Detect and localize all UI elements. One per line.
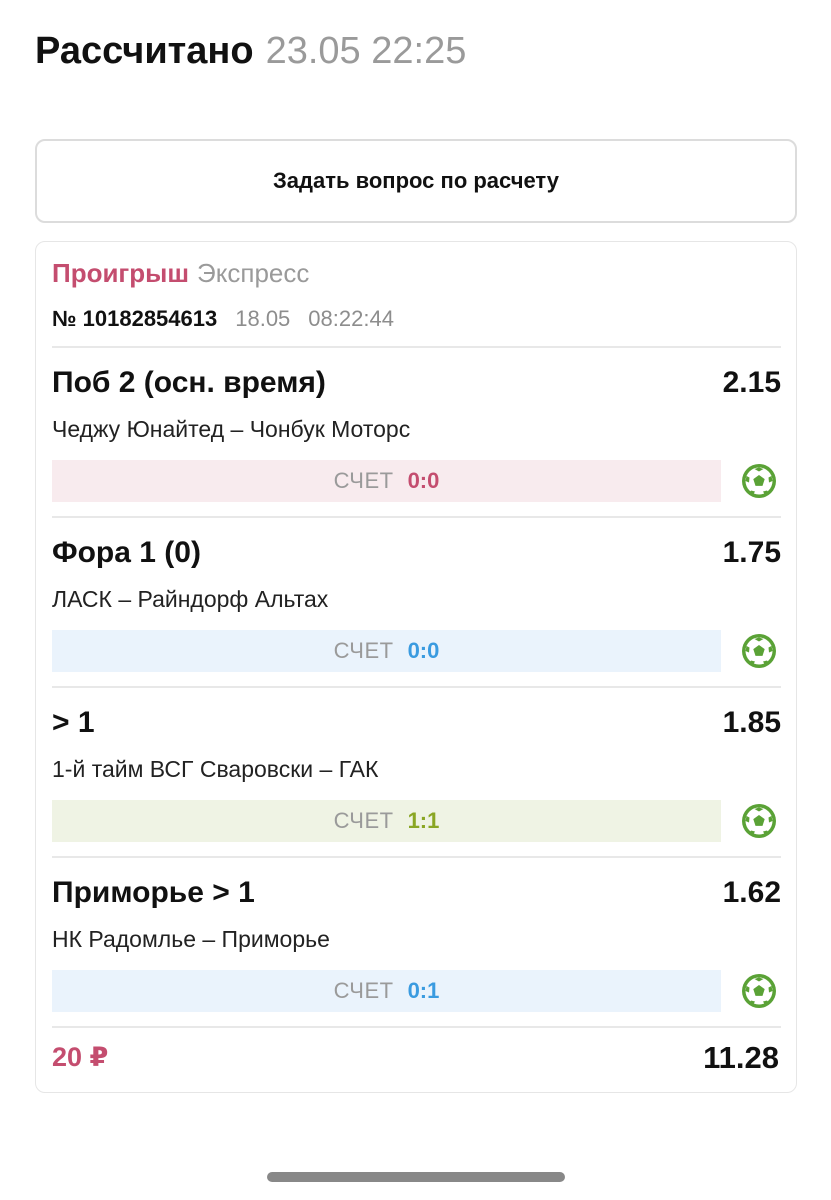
bet-market: Поб 2 (осн. время): [52, 366, 326, 399]
bet-row[interactable]: Приморье > 1 1.62 НК Радомлье – Приморье…: [36, 858, 798, 1028]
score-value: 0:1: [407, 978, 440, 1003]
score-label: СЧЕТ: [333, 808, 394, 833]
ticket-meta: № 10182854613 18.05 08:22:44: [52, 306, 394, 332]
bet-odds: 1.62: [722, 876, 781, 909]
score-bar: СЧЕТ 0:0: [52, 630, 721, 672]
bet-details-screen: Рассчитано 23.05 22:25 Задать вопрос по …: [0, 0, 831, 1200]
score-value: 1:1: [407, 808, 440, 833]
bet-event: НК Радомлье – Приморье: [52, 926, 330, 952]
ask-question-button[interactable]: Задать вопрос по расчету: [35, 139, 797, 223]
bet-odds: 2.15: [722, 366, 781, 399]
page-title: Рассчитано: [35, 30, 254, 72]
soccer-ball-icon: [742, 464, 776, 498]
score-bar: СЧЕТ 0:0: [52, 460, 721, 502]
score-value: 0:0: [407, 638, 440, 663]
bet-ticket-card: Проигрыш Экспресс № 10182854613 18.05 08:…: [35, 241, 797, 1093]
total-odds: 11.28: [703, 1040, 779, 1075]
bet-event: 1-й тайм ВСГ Сваровски – ГАК: [52, 756, 379, 782]
settled-date: 23.05 22:25: [265, 30, 467, 72]
bet-row[interactable]: > 1 1.85 1-й тайм ВСГ Сваровски – ГАК СЧ…: [36, 688, 798, 858]
bet-market: Фора 1 (0): [52, 536, 201, 569]
bet-event: Чеджу Юнайтед – Чонбук Моторс: [52, 416, 411, 442]
bet-type: Экспресс: [197, 258, 310, 288]
score-value: 0:0: [407, 468, 440, 493]
status-badge: Проигрыш: [52, 258, 190, 288]
page-header: Рассчитано 23.05 22:25: [35, 30, 466, 76]
divider: [52, 1026, 781, 1028]
score-bar: СЧЕТ 1:1: [52, 800, 721, 842]
score-label: СЧЕТ: [333, 978, 394, 1003]
bet-row[interactable]: Поб 2 (осн. время) 2.15 Чеджу Юнайтед – …: [36, 348, 798, 518]
score-label: СЧЕТ: [333, 638, 394, 663]
soccer-ball-icon: [742, 804, 776, 838]
ticket-time: 08:22:44: [308, 306, 394, 331]
ticket-date: 18.05: [235, 306, 291, 331]
bet-odds: 1.85: [722, 706, 781, 739]
ticket-number: № 10182854613: [52, 306, 218, 331]
score-label: СЧЕТ: [333, 468, 394, 493]
soccer-ball-icon: [742, 974, 776, 1008]
stake-amount: 20 ₽: [52, 1042, 109, 1072]
score-bar: СЧЕТ 0:1: [52, 970, 721, 1012]
bet-event: ЛАСК – Райндорф Альтах: [52, 586, 329, 612]
bet-row[interactable]: Фора 1 (0) 1.75 ЛАСК – Райндорф Альтах С…: [36, 518, 798, 688]
home-indicator[interactable]: [267, 1172, 565, 1182]
ticket-status-line: Проигрыш Экспресс: [52, 258, 309, 289]
bet-odds: 1.75: [722, 536, 781, 569]
soccer-ball-icon: [742, 634, 776, 668]
bet-market: > 1: [52, 706, 95, 739]
bet-market: Приморье > 1: [52, 876, 255, 909]
